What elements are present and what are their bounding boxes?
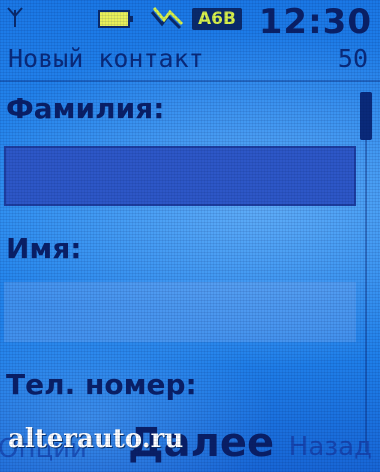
scrollbar[interactable] [360,92,372,452]
field-label-phone: Тел. номер: [6,368,197,401]
field-label-surname: Фамилия: [6,92,165,125]
surname-input[interactable] [4,146,356,206]
clock: 12:30 [258,2,372,42]
softkey-right-back[interactable]: Назад [289,432,372,462]
header: Новый контакт 50 [0,44,380,78]
watermark: alterauto.ru [8,424,184,454]
battery-icon [98,10,133,28]
scrollbar-thumb[interactable] [360,92,372,140]
gprs-data-icon [150,7,184,30]
first-name-input[interactable] [4,282,356,342]
phone-screen: A6B 12:30 Новый контакт 50 Фамилия: Имя:… [0,0,380,472]
character-counter: 50 [337,44,368,73]
network-badge: A6B [192,8,242,30]
header-divider [0,80,380,82]
antenna-icon [7,7,23,27]
page-title: Новый контакт [8,44,204,73]
field-label-first-name: Имя: [6,232,82,265]
status-bar: A6B 12:30 [0,0,380,42]
scrollbar-track [365,92,367,452]
